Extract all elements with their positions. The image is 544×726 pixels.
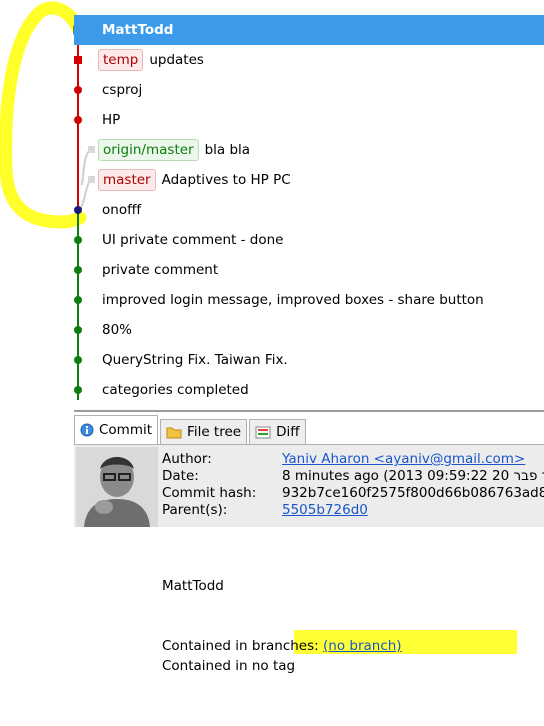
parents-label: Parent(s): bbox=[162, 502, 228, 518]
commit-message: QueryString Fix. Taiwan Fix. bbox=[102, 352, 288, 368]
commit-row[interactable]: HP bbox=[74, 105, 544, 135]
commit-message: improved login message, improved boxes -… bbox=[102, 292, 484, 308]
commit-message: onofff bbox=[102, 202, 142, 218]
diff-icon bbox=[255, 426, 271, 439]
tab-label: Commit bbox=[99, 422, 153, 438]
commit-row[interactable]: csproj bbox=[74, 75, 544, 105]
commit-row[interactable]: categories completed bbox=[74, 375, 544, 405]
commit-row[interactable]: improved login message, improved boxes -… bbox=[74, 285, 544, 315]
commit-message-body: MattTodd bbox=[162, 578, 224, 594]
tab-label: Diff bbox=[276, 424, 300, 440]
detail-tabs: Commit File tree Diff bbox=[74, 414, 544, 445]
branch-tag[interactable]: origin/master bbox=[98, 139, 199, 161]
commit-details: Author: Yaniv Aharon <ayaniv@gmail.com> … bbox=[74, 445, 544, 527]
branch-link[interactable]: (no branch) bbox=[323, 638, 402, 654]
commit-row[interactable]: MattTodd bbox=[74, 15, 544, 45]
commit-row[interactable]: QueryString Fix. Taiwan Fix. bbox=[74, 345, 544, 375]
tab-label: File tree bbox=[187, 424, 242, 440]
hash-value: 932b7ce160f2575f800d66b086763ad85a bbox=[282, 485, 544, 501]
info-icon bbox=[80, 423, 94, 437]
contained-branches: Contained in branches: (no branch) bbox=[162, 638, 402, 654]
commit-message: HP bbox=[102, 112, 121, 128]
author-label: Author: bbox=[162, 451, 212, 467]
splitter[interactable] bbox=[74, 410, 544, 412]
commit-message: UI private comment - done bbox=[102, 232, 284, 248]
branch-tag[interactable]: temp bbox=[98, 49, 144, 71]
commit-graph: MattTodd temp updates csproj HP origin/m… bbox=[0, 0, 544, 410]
commit-message: MattTodd bbox=[102, 22, 174, 38]
author-link[interactable]: Yaniv Aharon <ayaniv@gmail.com> bbox=[282, 451, 525, 468]
commit-row[interactable]: temp updates bbox=[74, 45, 544, 75]
commit-row[interactable]: UI private comment - done bbox=[74, 225, 544, 255]
commit-message: Adaptives to HP PC bbox=[161, 172, 291, 188]
commit-message: csproj bbox=[102, 82, 143, 98]
commit-row[interactable]: private comment bbox=[74, 255, 544, 285]
highlight-stroke-top bbox=[33, 1, 85, 35]
commit-message: categories completed bbox=[102, 382, 249, 398]
commit-row[interactable]: onofff bbox=[74, 195, 544, 225]
commit-message: 80% bbox=[102, 322, 133, 338]
commit-message: bla bla bbox=[204, 142, 251, 158]
highlight-stroke bbox=[0, 5, 87, 229]
parent-link[interactable]: 5505b726d0 bbox=[282, 502, 368, 519]
commit-message: updates bbox=[149, 52, 204, 68]
date-label: Date: bbox=[162, 468, 199, 484]
folder-icon bbox=[166, 426, 182, 439]
avatar bbox=[76, 447, 158, 527]
branch-tag[interactable]: master bbox=[98, 169, 156, 191]
date-value: 8 minutes ago (2013 09:59:22 20 ד פבר bbox=[282, 468, 544, 484]
commit-row[interactable]: master Adaptives to HP PC bbox=[74, 165, 544, 195]
contained-tag: Contained in no tag bbox=[162, 658, 296, 674]
commit-row[interactable]: origin/master bla bla bbox=[74, 135, 544, 165]
tab-commit[interactable]: Commit bbox=[74, 415, 159, 444]
tab-diff[interactable]: Diff bbox=[249, 419, 306, 444]
hash-label: Commit hash: bbox=[162, 485, 257, 501]
commit-row[interactable]: 80% bbox=[74, 315, 544, 345]
contained-branches-label: Contained in branches: bbox=[162, 638, 319, 654]
commit-message: private comment bbox=[102, 262, 219, 278]
tab-file-tree[interactable]: File tree bbox=[160, 419, 248, 444]
